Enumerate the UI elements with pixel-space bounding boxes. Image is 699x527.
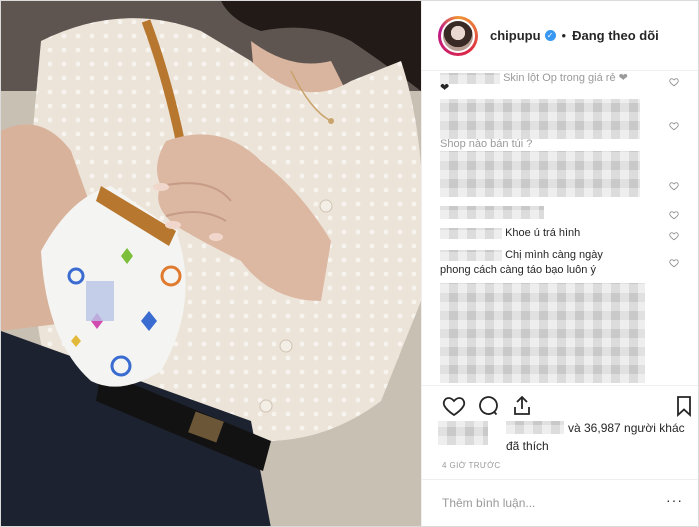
post-header: chipupu ✓ • Đang theo dõi (422, 1, 698, 71)
post-sidebar: chipupu ✓ • Đang theo dõi Skin lột Op tr… (421, 1, 698, 526)
liker-avatars (438, 421, 488, 445)
blurred-comment (440, 151, 640, 197)
post-window: chipupu ✓ • Đang theo dõi Skin lột Op tr… (0, 0, 699, 527)
comment-text: Shop nào bán túi ? (440, 138, 533, 150)
add-comment-input[interactable]: Thêm bình luận... (442, 496, 535, 510)
comment-item (440, 205, 670, 220)
comment-item (440, 151, 670, 197)
blurred-username (440, 249, 502, 261)
heart-outline-icon[interactable] (669, 74, 679, 87)
blurred-liker-name (506, 421, 564, 434)
comment-text: phong cách càng táo bạo luôn ý (440, 264, 596, 276)
likes-count-text: và 36,987 người khác (568, 421, 685, 435)
post-timestamp: 4 GIỜ TRƯỚC (442, 461, 501, 470)
photo-illustration (1, 1, 421, 526)
more-options-icon[interactable]: ··· (666, 492, 683, 508)
comment-item: Khoe ú trá hình (440, 226, 670, 241)
username-link[interactable]: chipupu (490, 28, 541, 43)
heart-outline-icon[interactable] (669, 118, 679, 131)
comment-item: phong cách càng táo bạo luôn ý (440, 263, 670, 278)
likes-summary[interactable]: và 36,987 người khác đã thích (438, 421, 688, 455)
verified-badge-icon: ✓ (544, 30, 556, 41)
following-button[interactable]: Đang theo dõi (572, 28, 659, 43)
comment-text: ❤ (440, 82, 450, 94)
comment-text: Chị mình càng ngày (505, 249, 603, 261)
add-comment-bar: Thêm bình luận... ··· (422, 479, 698, 526)
blurred-comment (440, 283, 645, 383)
avatar[interactable] (438, 15, 478, 56)
post-photo[interactable] (1, 1, 421, 526)
comment-item (440, 99, 670, 139)
like-heart-icon[interactable] (442, 394, 466, 418)
blurred-comment (440, 99, 640, 139)
blurred-username (440, 227, 502, 239)
avatar-image (441, 18, 475, 53)
comment-item: ❤ (440, 81, 670, 96)
comment-item: Shop nào bán túi ? (440, 137, 670, 152)
post-action-bar (422, 385, 698, 425)
blurred-username (440, 205, 544, 219)
comment-text: Khoe ú trá hình (505, 227, 581, 239)
heart-outline-icon[interactable] (669, 228, 679, 241)
likes-suffix-text: đã thích (506, 439, 549, 453)
header-separator: • (561, 28, 567, 43)
heart-outline-icon[interactable] (669, 255, 679, 268)
share-icon[interactable] (510, 394, 534, 418)
heart-outline-icon[interactable] (669, 178, 679, 191)
comment-item: Chị mình càng ngày (440, 248, 670, 263)
bookmark-icon[interactable] (672, 394, 696, 418)
comment-list[interactable]: Skin lột Op trong giá rẻ ❤ ❤ Shop nào bá… (422, 71, 698, 385)
comment-icon[interactable] (476, 394, 500, 418)
heart-outline-icon[interactable] (669, 207, 679, 220)
comment-item (440, 283, 670, 383)
